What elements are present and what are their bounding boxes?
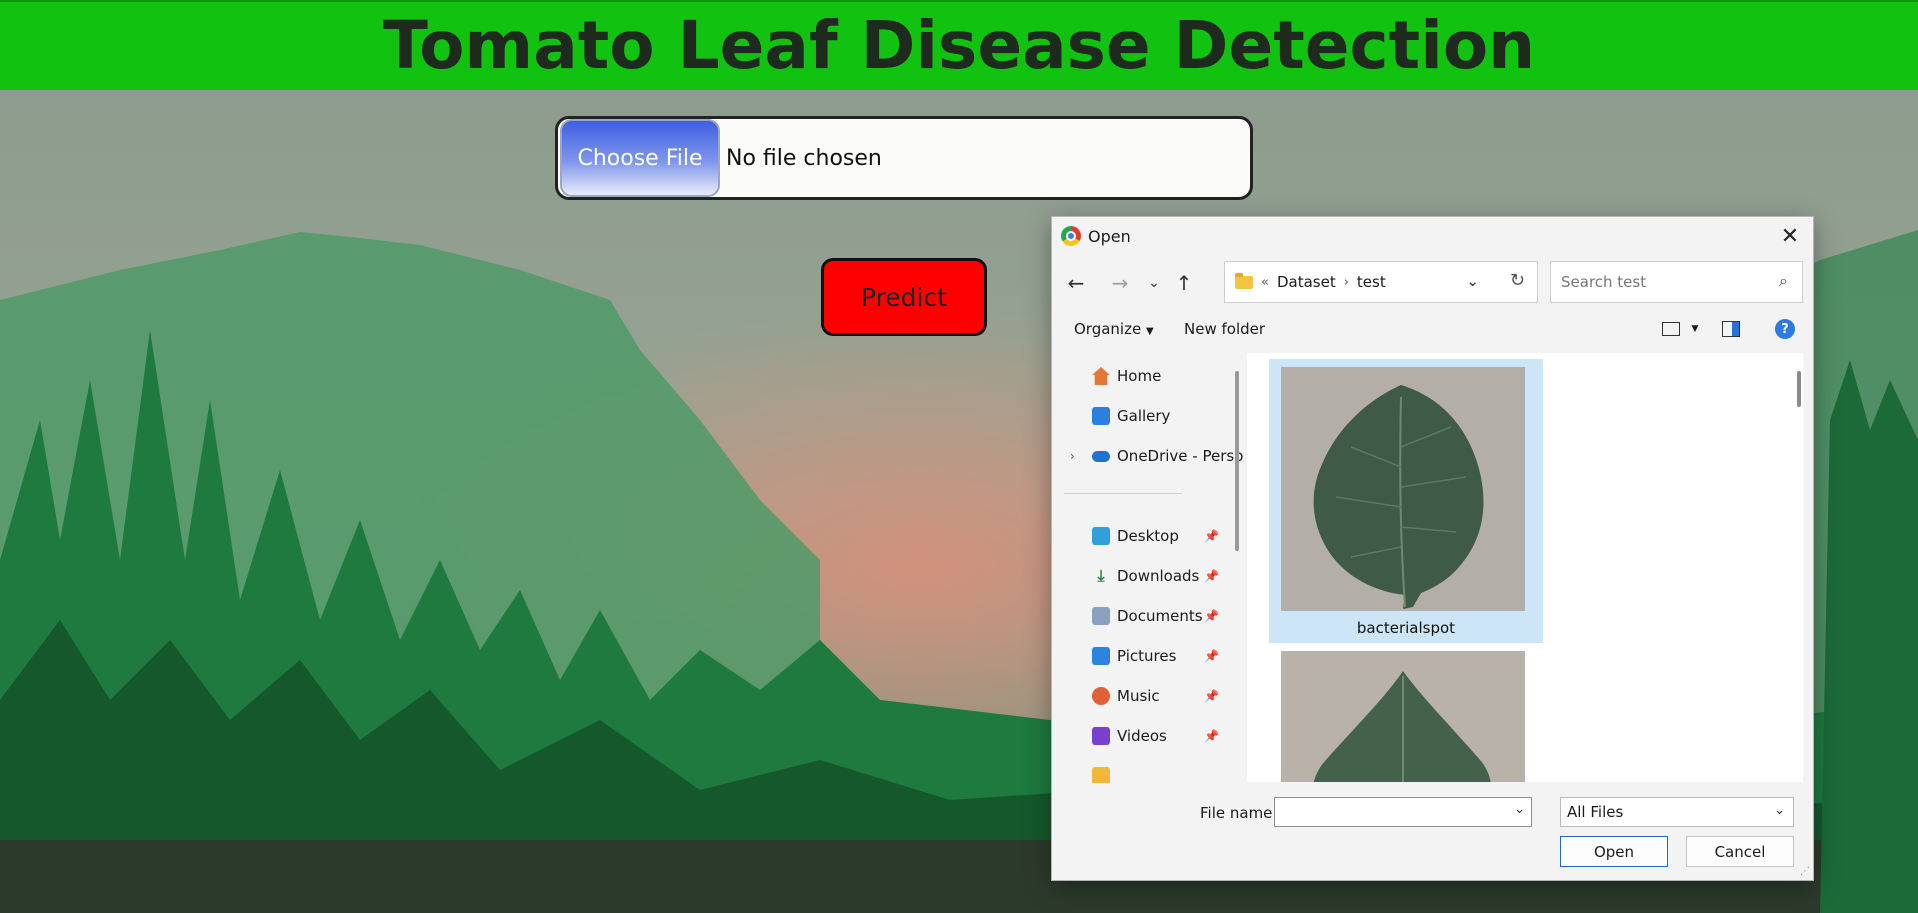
- home-icon: [1092, 367, 1110, 385]
- content-scrollbar[interactable]: [1797, 371, 1801, 407]
- pin-icon: 📌: [1204, 729, 1219, 743]
- resize-grip-icon[interactable]: ⋰: [1800, 866, 1810, 877]
- sidebar-item-downloads[interactable]: ⤓ Downloads: [1092, 561, 1199, 591]
- up-arrow-icon[interactable]: ↑: [1170, 269, 1198, 297]
- predict-button[interactable]: Predict: [821, 258, 987, 336]
- nav-scrollbar[interactable]: [1235, 371, 1239, 551]
- navigation-bar: ← → ⌄ ↑ « Dataset › test ⌄ ↻ ⌕: [1052, 261, 1813, 305]
- file-type-value: All Files: [1567, 803, 1624, 821]
- close-icon[interactable]: ✕: [1777, 223, 1803, 249]
- sidebar-item-desktop[interactable]: Desktop: [1092, 521, 1179, 551]
- file-type-select[interactable]: All Files ⌄: [1560, 797, 1794, 827]
- sidebar-item-pictures[interactable]: Pictures: [1092, 641, 1176, 671]
- file-list: bacterialspot: [1247, 353, 1803, 782]
- address-bar[interactable]: « Dataset › test ⌄ ↻: [1224, 261, 1538, 303]
- organize-label: Organize: [1074, 320, 1142, 338]
- preview-pane-icon[interactable]: [1720, 319, 1742, 339]
- new-folder-button[interactable]: New folder: [1184, 320, 1265, 338]
- sidebar-item-gallery[interactable]: Gallery: [1092, 401, 1170, 431]
- chevron-down-icon[interactable]: ⌄: [1514, 802, 1525, 817]
- sidebar-item-label: Pictures: [1117, 647, 1177, 665]
- help-icon[interactable]: ?: [1774, 319, 1796, 339]
- dialog-titlebar: Open ✕: [1052, 217, 1813, 255]
- file-name-label: bacterialspot: [1356, 619, 1456, 637]
- downloads-icon: ⤓: [1097, 566, 1105, 585]
- breadcrumb-separator-icon: ›: [1343, 274, 1349, 290]
- sidebar-item-documents[interactable]: Documents: [1092, 601, 1203, 631]
- videos-icon: [1092, 727, 1110, 745]
- pin-icon: 📌: [1204, 609, 1219, 623]
- sidebar-item-videos[interactable]: Videos: [1092, 721, 1167, 751]
- chevron-down-icon: ⌄: [1774, 803, 1785, 818]
- caret-down-icon: ▼: [1145, 326, 1154, 337]
- gallery-icon: [1092, 407, 1110, 425]
- chrome-icon: [1061, 226, 1081, 246]
- pin-icon: 📌: [1204, 569, 1219, 583]
- onedrive-icon: [1092, 450, 1110, 462]
- sidebar-item-label: Gallery: [1117, 407, 1171, 425]
- dialog-toolbar: Organize ▼ New folder ▼ ?: [1052, 313, 1813, 347]
- cancel-button[interactable]: Cancel: [1686, 836, 1794, 867]
- sidebar-item-music[interactable]: Music: [1092, 681, 1160, 711]
- sidebar-item-label: Videos: [1117, 727, 1167, 745]
- thumbnail-image: [1281, 367, 1525, 611]
- file-status-text: No file chosen: [726, 145, 882, 171]
- sidebar-item-partial[interactable]: [1092, 761, 1117, 783]
- nav-divider: [1064, 493, 1182, 494]
- breadcrumb-test[interactable]: test: [1357, 273, 1386, 291]
- search-icon[interactable]: ⌕: [1779, 271, 1788, 291]
- music-icon: [1092, 687, 1110, 705]
- sidebar-item-onedrive[interactable]: OneDrive - Perso: [1092, 441, 1243, 471]
- desktop-icon: [1092, 527, 1110, 545]
- file-input[interactable]: Choose File No file chosen: [555, 116, 1253, 200]
- search-box[interactable]: ⌕: [1550, 261, 1803, 303]
- organize-menu[interactable]: Organize ▼: [1074, 320, 1154, 338]
- sidebar-item-home[interactable]: Home: [1092, 361, 1161, 391]
- view-options-icon[interactable]: [1660, 319, 1682, 339]
- refresh-icon[interactable]: ↻: [1510, 270, 1525, 291]
- pictures-icon: [1092, 647, 1110, 665]
- open-file-dialog: Open ✕ ← → ⌄ ↑ « Dataset › test ⌄ ↻ ⌕ Or…: [1051, 216, 1814, 881]
- choose-file-button[interactable]: Choose File: [560, 119, 720, 197]
- sidebar-item-label: Documents: [1117, 607, 1203, 625]
- open-button[interactable]: Open: [1560, 836, 1668, 867]
- page-header: Tomato Leaf Disease Detection: [0, 0, 1918, 90]
- page-title: Tomato Leaf Disease Detection: [382, 7, 1536, 84]
- thumbnail-image: [1281, 651, 1525, 782]
- documents-icon: [1092, 607, 1110, 625]
- file-tile[interactable]: bacterialspot: [1269, 359, 1543, 643]
- file-name-input[interactable]: ⌄: [1274, 797, 1532, 827]
- breadcrumb-overflow[interactable]: «: [1261, 275, 1269, 290]
- folder-icon: [1235, 272, 1253, 289]
- sidebar-item-label: OneDrive - Perso: [1117, 447, 1244, 465]
- folder-icon: [1092, 767, 1110, 783]
- pin-icon: 📌: [1204, 649, 1219, 663]
- navigation-pane: Home Gallery › OneDrive - Perso Desktop …: [1052, 353, 1244, 783]
- dialog-title: Open: [1088, 226, 1131, 246]
- expand-chevron-icon[interactable]: ›: [1070, 449, 1075, 463]
- chevron-down-icon[interactable]: ⌄: [1140, 269, 1168, 297]
- pin-icon: 📌: [1204, 529, 1219, 543]
- search-input[interactable]: [1559, 272, 1763, 292]
- file-tile[interactable]: [1269, 643, 1543, 782]
- sidebar-item-label: Downloads: [1117, 567, 1200, 585]
- forward-arrow-icon[interactable]: →: [1106, 269, 1134, 297]
- chevron-down-icon[interactable]: ⌄: [1466, 272, 1479, 290]
- sidebar-item-label: Home: [1117, 367, 1162, 385]
- sidebar-item-label: Music: [1117, 687, 1160, 705]
- pin-icon: 📌: [1204, 689, 1219, 703]
- breadcrumb-dataset[interactable]: Dataset: [1277, 273, 1336, 291]
- sidebar-item-label: Desktop: [1117, 527, 1179, 545]
- file-name-label: File name:: [1200, 804, 1278, 822]
- back-arrow-icon[interactable]: ←: [1062, 269, 1090, 297]
- caret-down-icon[interactable]: ▼: [1684, 319, 1706, 339]
